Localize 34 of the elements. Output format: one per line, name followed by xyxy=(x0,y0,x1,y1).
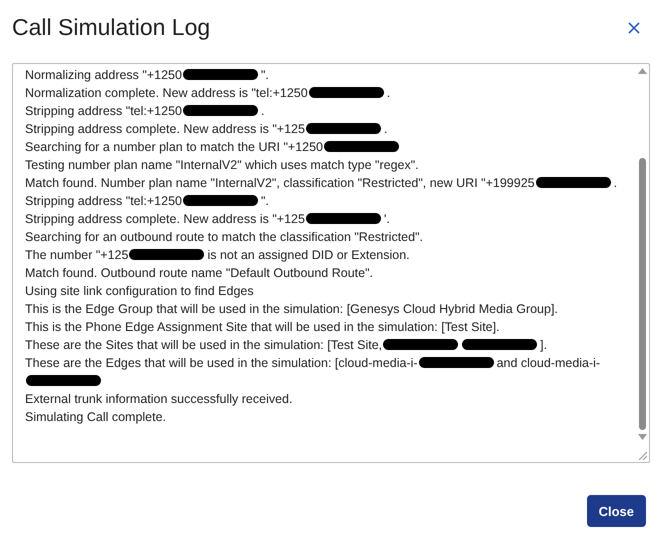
log-text: Using site link configuration to find Edges xyxy=(25,284,254,298)
log-text: ]. xyxy=(540,338,548,352)
log-text: Simulating Call complete. xyxy=(25,410,166,424)
log-text: . xyxy=(386,86,390,100)
log-text: Testing number plan name "InternalV2" which uses match type "regex". xyxy=(25,158,419,172)
log-text: These are the Sites that will be used in the simulation: [Test Site, xyxy=(25,338,382,352)
log-text: Stripping address "tel:+1250 xyxy=(25,104,182,118)
log-text: ". xyxy=(260,194,269,208)
log-text: . xyxy=(614,176,618,190)
log-text: These are the Edges that will be used in the simulation: [cloud-media-i- xyxy=(25,356,418,370)
log-text: Stripping address complete. New address is "+125 xyxy=(25,212,305,226)
log-text: Stripping address complete. New address is "+125 xyxy=(25,122,305,136)
log-text: Searching for a number plan to match the URI "+1250 xyxy=(25,140,324,154)
close-button[interactable]: Close xyxy=(586,495,646,527)
log-text: The number "+125 xyxy=(25,248,128,262)
close-icon[interactable] xyxy=(628,22,640,34)
log-text: This is the Edge Group that will be used in the simulation: [Genesys Cloud Hybrid Media Group]. xyxy=(25,302,558,316)
log-text: and cloud-media-i- xyxy=(496,356,600,370)
log-text: Match found. Outbound route name "Default Outbound Route". xyxy=(25,266,373,280)
log-text: '. xyxy=(384,212,390,226)
resize-grip-icon[interactable] xyxy=(638,451,647,460)
log-text: ". xyxy=(260,68,269,82)
log-text-area[interactable] xyxy=(12,63,650,463)
log-text: This is the Phone Edge Assignment Site that will be used in the simulation: [Test Site]. xyxy=(25,320,500,334)
log-text: . xyxy=(384,122,388,136)
log-text: External trunk information successfully received. xyxy=(25,392,292,406)
log-text: Normalizing address "+1250 xyxy=(25,68,182,82)
log-text: Stripping address "tel:+1250 xyxy=(25,194,182,208)
dialog-title: Call Simulation Log xyxy=(12,14,210,41)
log-text: . xyxy=(260,104,264,118)
log-text: Searching for an outbound route to match the classification "Restricted". xyxy=(25,230,423,244)
log-text: is not an assigned DID or Extension. xyxy=(207,248,410,262)
log-text: Normalization complete. New address is "tel:+1250 xyxy=(25,86,308,100)
log-text: Match found. Number plan name "InternalV2", classification "Restricted", new URI "+199925 xyxy=(25,176,535,190)
